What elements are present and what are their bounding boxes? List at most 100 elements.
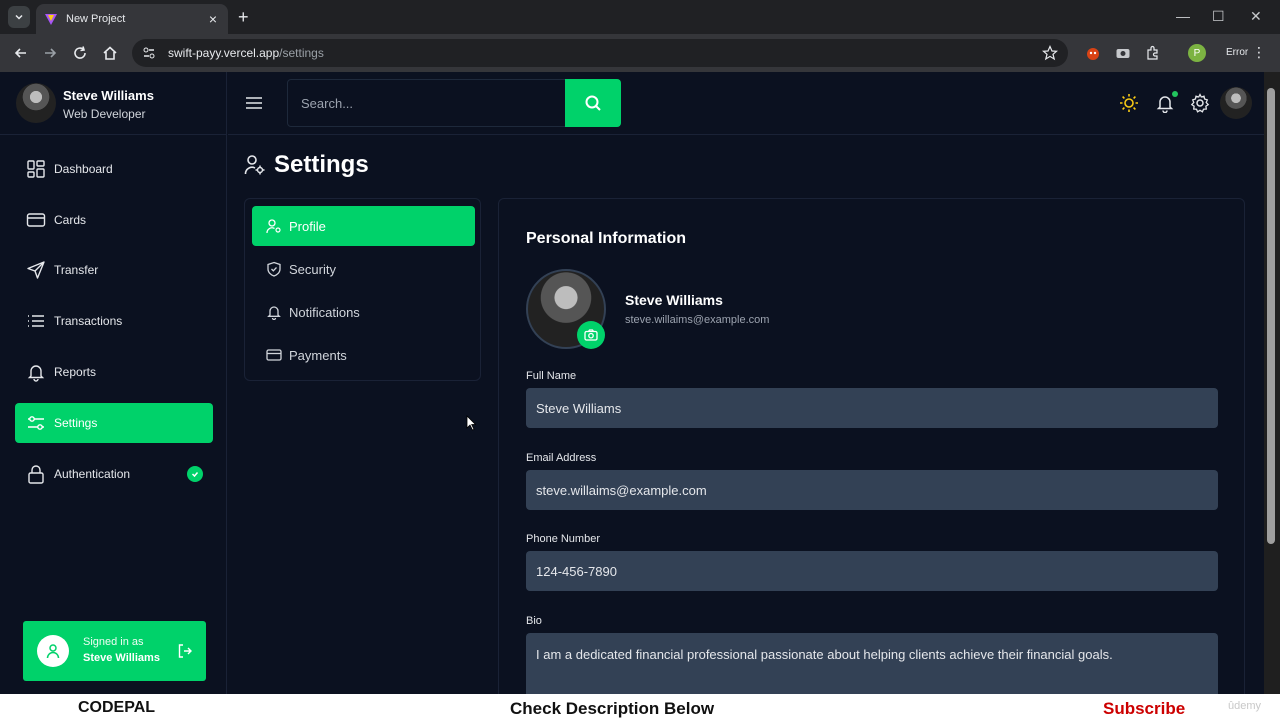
search-button[interactable] bbox=[565, 79, 621, 127]
minimize-icon[interactable]: — bbox=[1176, 8, 1190, 24]
maximize-icon[interactable]: ☐ bbox=[1212, 8, 1225, 25]
window-close-icon[interactable]: ✕ bbox=[1250, 8, 1262, 25]
gear-icon[interactable] bbox=[1190, 93, 1210, 113]
send-icon bbox=[27, 261, 45, 279]
user-name: Steve Williams bbox=[63, 88, 154, 103]
sidebar-item-settings[interactable]: Settings bbox=[15, 403, 213, 443]
scrollbar-thumb[interactable] bbox=[1267, 88, 1275, 544]
sidebar-item-label: Settings bbox=[54, 416, 98, 430]
sun-theme-icon[interactable] bbox=[1119, 93, 1139, 113]
dashboard-icon bbox=[27, 160, 45, 178]
tab-list-button[interactable] bbox=[8, 6, 30, 28]
sidebar: Steve Williams Web Developer Dashboard C… bbox=[0, 72, 227, 694]
puzzle-extensions-icon[interactable] bbox=[1145, 45, 1161, 61]
search-bar bbox=[287, 79, 621, 127]
list-icon bbox=[28, 315, 44, 327]
url-text: swift-payy.vercel.app/settings bbox=[168, 46, 324, 60]
settings-tab-label: Payments bbox=[289, 347, 347, 363]
settings-tab-security[interactable]: Security bbox=[252, 249, 475, 289]
settings-tab-payments[interactable]: Payments bbox=[252, 335, 475, 375]
sidebar-item-cards[interactable]: Cards bbox=[15, 200, 213, 240]
settings-nav: Profile Security Notifications Payments bbox=[244, 198, 481, 381]
bio-label: Bio bbox=[526, 615, 542, 627]
browser-menu-icon[interactable]: ⋮ bbox=[1252, 45, 1266, 59]
browser-tab[interactable]: New Project × bbox=[36, 4, 228, 34]
user-gear-icon bbox=[266, 219, 281, 234]
change-photo-button[interactable] bbox=[577, 321, 605, 349]
sidebar-item-authentication[interactable]: Authentication bbox=[15, 454, 213, 494]
settings-tab-label: Notifications bbox=[289, 304, 360, 320]
settings-tab-label: Profile bbox=[289, 218, 326, 234]
home-icon[interactable] bbox=[101, 44, 119, 62]
error-indicator[interactable]: Error bbox=[1226, 47, 1248, 58]
profile-name: Steve Williams bbox=[625, 292, 723, 308]
browser-profile-avatar[interactable]: P bbox=[1188, 44, 1206, 62]
app-root: Steve Williams Web Developer Dashboard C… bbox=[0, 72, 1264, 694]
address-bar[interactable]: swift-payy.vercel.app/settings bbox=[132, 39, 1068, 67]
sign-out-icon[interactable] bbox=[177, 643, 193, 659]
sidebar-item-transfer[interactable]: Transfer bbox=[15, 250, 213, 290]
sidebar-item-label: Dashboard bbox=[54, 162, 113, 176]
settings-tab-label: Security bbox=[289, 261, 336, 277]
tab-title: New Project bbox=[66, 13, 126, 25]
sidebar-item-transactions[interactable]: Transactions bbox=[15, 301, 213, 341]
back-arrow-icon[interactable] bbox=[12, 44, 30, 62]
bookmark-star-icon[interactable] bbox=[1042, 45, 1058, 61]
signed-in-card: Signed in as Steve Williams bbox=[23, 621, 206, 681]
site-info-icon[interactable] bbox=[142, 46, 156, 60]
hamburger-menu-icon[interactable] bbox=[245, 94, 263, 112]
search-input[interactable] bbox=[288, 80, 564, 126]
header-avatar[interactable] bbox=[1220, 87, 1252, 119]
phone-field[interactable] bbox=[526, 551, 1218, 591]
sidebar-item-label: Reports bbox=[54, 365, 97, 379]
sidebar-item-label: Transactions bbox=[54, 314, 123, 328]
email-label: Email Address bbox=[526, 452, 597, 464]
page-title: Settings bbox=[274, 151, 369, 178]
bell-icon bbox=[267, 306, 281, 320]
camera-icon bbox=[584, 329, 598, 341]
sidebar-item-reports[interactable]: Reports bbox=[15, 352, 213, 392]
sidebar-item-label: Authentication bbox=[54, 467, 131, 481]
forward-arrow-icon[interactable] bbox=[41, 44, 59, 62]
new-tab-button[interactable]: + bbox=[238, 8, 249, 26]
bell-icon bbox=[27, 365, 45, 382]
page-title-row: Settings bbox=[244, 150, 369, 180]
avatar[interactable] bbox=[16, 83, 56, 123]
extension-red-icon[interactable] bbox=[1085, 45, 1101, 61]
user-role: Web Developer bbox=[63, 107, 146, 121]
mouse-cursor-icon bbox=[466, 415, 476, 431]
user-gear-icon bbox=[244, 155, 265, 175]
banner-subscribe[interactable]: Subscribe bbox=[1103, 699, 1185, 719]
sidebar-user-header: Steve Williams Web Developer bbox=[0, 72, 227, 135]
panel-title: Personal Information bbox=[526, 230, 687, 247]
signed-in-name: Steve Williams bbox=[83, 652, 160, 664]
profile-email: steve.willaims@example.com bbox=[625, 314, 770, 326]
reload-icon[interactable] bbox=[71, 44, 89, 62]
sidebar-item-label: Transfer bbox=[54, 263, 99, 277]
phone-label: Phone Number bbox=[526, 533, 600, 545]
sidebar-item-dashboard[interactable]: Dashboard bbox=[15, 149, 213, 189]
full-name-field[interactable] bbox=[526, 388, 1218, 428]
watermark: ûdemy bbox=[1228, 700, 1262, 712]
shield-icon bbox=[267, 261, 281, 277]
settings-tab-notifications[interactable]: Notifications bbox=[252, 292, 475, 332]
settings-tab-profile[interactable]: Profile bbox=[252, 206, 475, 246]
chevron-down-icon bbox=[15, 14, 23, 20]
user-avatar-icon bbox=[37, 635, 69, 667]
browser-tab-bar: New Project × + — ☐ ✕ bbox=[0, 0, 1280, 34]
notification-dot bbox=[1172, 91, 1178, 97]
settings-sliders-icon bbox=[28, 416, 44, 430]
personal-info-panel: Personal Information bbox=[498, 198, 1245, 694]
banner-message: Check Description Below bbox=[510, 699, 715, 718]
camera-extension-icon[interactable] bbox=[1115, 45, 1131, 61]
email-field[interactable] bbox=[526, 470, 1218, 510]
full-name-label: Full Name bbox=[526, 370, 577, 382]
top-header bbox=[228, 72, 1264, 135]
sidebar-item-label: Cards bbox=[54, 213, 87, 227]
banner-brand: CODEPAL bbox=[78, 699, 156, 716]
verified-check-icon bbox=[187, 466, 203, 482]
tab-close-icon[interactable]: × bbox=[206, 11, 220, 27]
browser-toolbar: swift-payy.vercel.app/settings P Error ⋮ bbox=[0, 34, 1280, 72]
card-icon bbox=[266, 349, 282, 361]
bio-field[interactable]: I am a dedicated financial professional … bbox=[526, 633, 1218, 694]
